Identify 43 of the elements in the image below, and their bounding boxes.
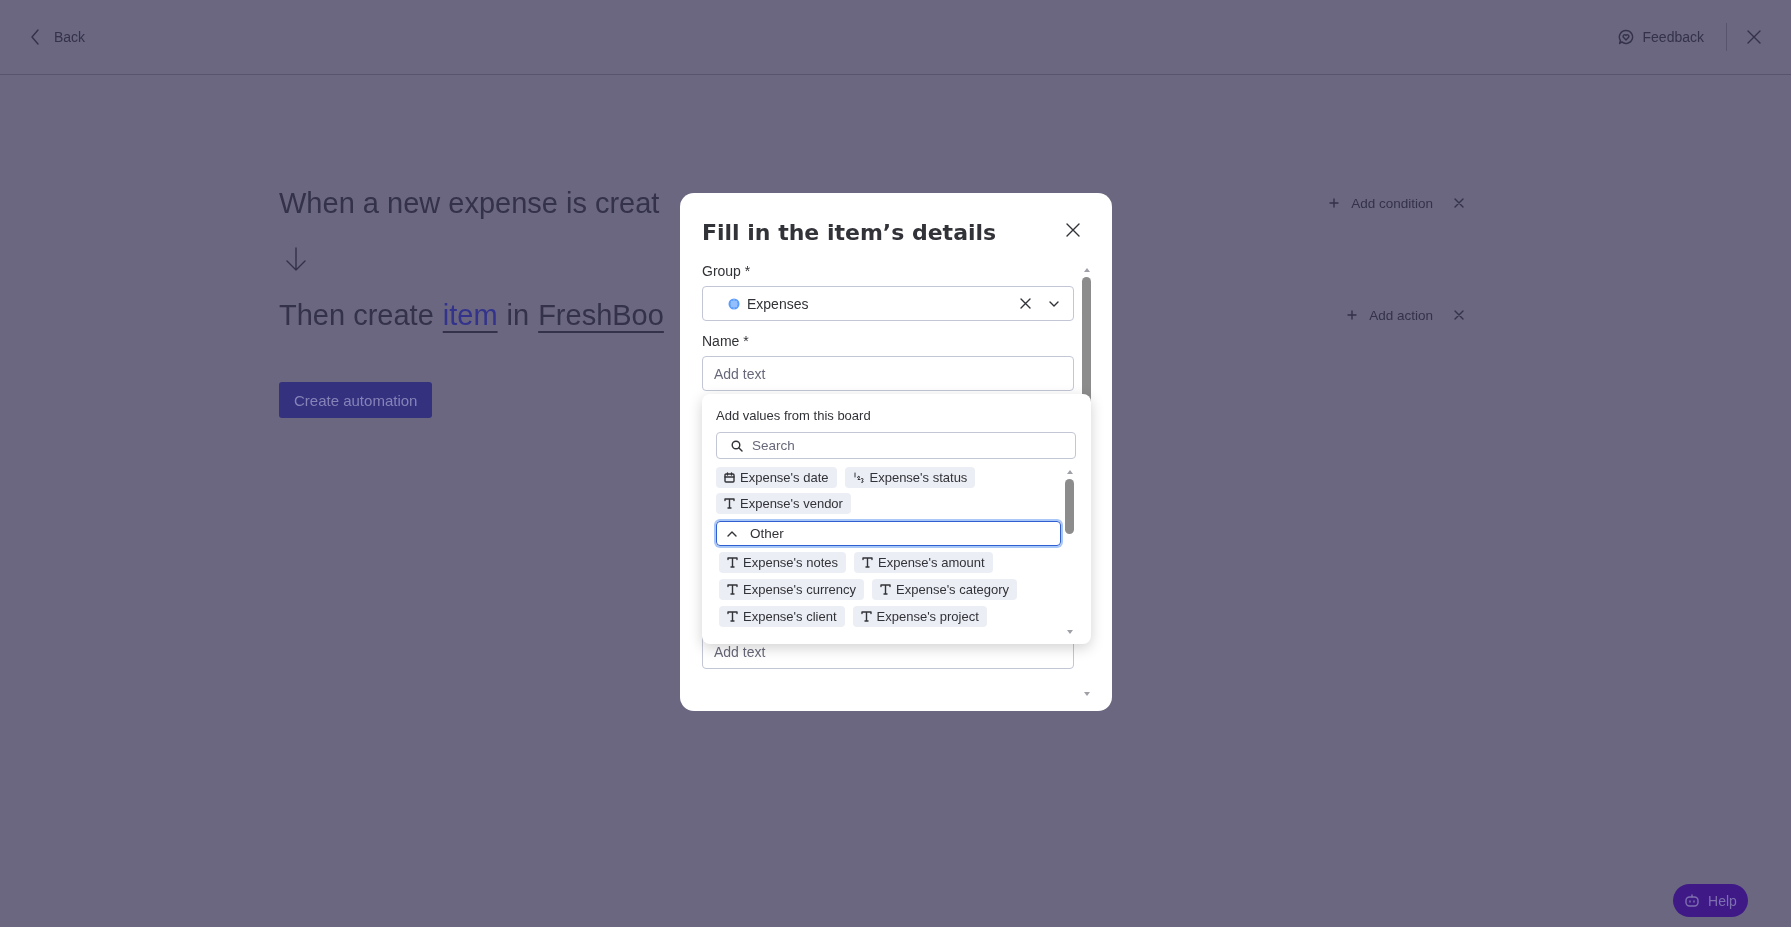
- value-chip[interactable]: Expense's notes: [719, 552, 846, 573]
- scroll-down-icon: [1082, 691, 1091, 697]
- chevron-down-icon[interactable]: [1049, 300, 1059, 307]
- down-arrow-icon: [284, 246, 308, 272]
- chevron-left-icon: [30, 29, 40, 45]
- value-chip[interactable]: Expense's project: [852, 606, 987, 627]
- plus-icon: [1347, 310, 1358, 320]
- text-type-icon: [727, 584, 738, 595]
- text-type-icon: [724, 498, 735, 509]
- clear-icon[interactable]: [1020, 298, 1031, 309]
- scroll-up-icon: [1065, 469, 1074, 475]
- value-chip[interactable]: Expense's client: [719, 606, 845, 627]
- close-icon[interactable]: [1066, 223, 1080, 237]
- value-chip[interactable]: Expense's vendor: [716, 493, 851, 514]
- group-select[interactable]: Expenses: [702, 286, 1074, 321]
- text-type-icon: [727, 557, 738, 568]
- group-header[interactable]: Other: [716, 521, 1061, 546]
- action-text: Then create: [279, 298, 434, 332]
- scroll-up-icon: [1082, 267, 1091, 273]
- text-type-icon: [862, 557, 873, 568]
- plus-icon: [1329, 198, 1340, 208]
- numbers-icon: [852, 472, 865, 483]
- select-value: Expenses: [747, 295, 810, 312]
- text-input[interactable]: Add text: [702, 356, 1074, 391]
- calendar-icon: [724, 472, 735, 483]
- value-chip[interactable]: Expense's category: [872, 579, 1018, 600]
- field-label: Group *: [702, 263, 752, 279]
- popover-title: Add values from this board: [716, 408, 872, 423]
- field-label: Name *: [702, 333, 750, 349]
- text-type-icon: [880, 584, 892, 595]
- text-type-icon: [727, 611, 738, 622]
- scrollbar-thumb[interactable]: [1065, 479, 1074, 534]
- search-icon: [731, 440, 743, 452]
- text-type-icon: [860, 611, 872, 622]
- value-chip[interactable]: Expense's status: [844, 467, 976, 488]
- chat-heart-icon: [1617, 29, 1634, 45]
- value-chip[interactable]: Expense's amount: [854, 552, 993, 573]
- value-chip[interactable]: Expense's date: [716, 467, 837, 488]
- chevron-up-icon: [727, 530, 737, 537]
- dialog-title: Fill in the item’s details: [702, 220, 997, 245]
- robot-icon: [1684, 893, 1701, 908]
- value-chip[interactable]: Expense's currency: [719, 579, 865, 600]
- search-field[interactable]: Search: [716, 432, 1076, 459]
